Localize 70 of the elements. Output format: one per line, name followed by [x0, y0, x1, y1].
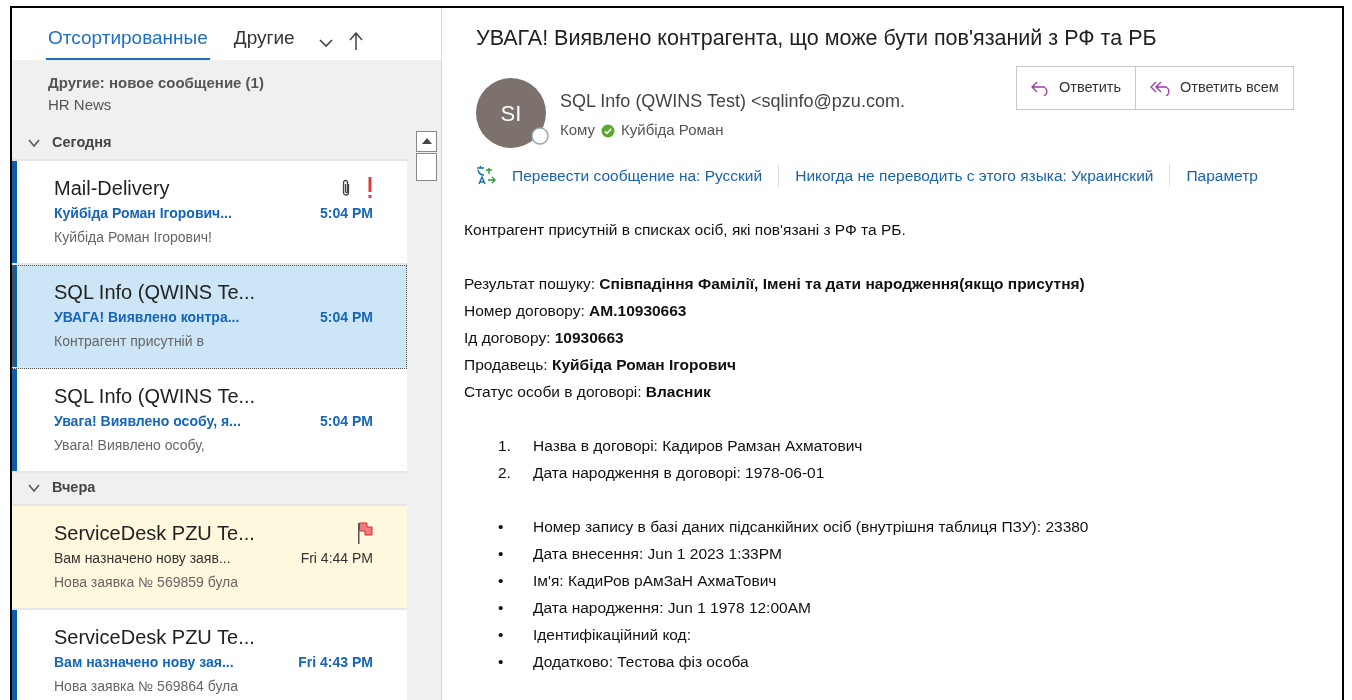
- list-item-text: Назва в договорі: Кадиров Рамзан Ахматович: [533, 436, 863, 457]
- translate-link[interactable]: Никогда не переводить с этого языка: Украинский: [778, 163, 1170, 187]
- list-item-text: Додатково: Тестова фіз особа: [533, 652, 749, 673]
- message-sender: ServiceDesk PZU Te...: [54, 520, 255, 546]
- field-line: Продавець: Куйбіда Роман Ігорович: [464, 355, 737, 376]
- message-subject-title: УВАГА! Виявлено контрагента, що може бути пов'язаний з РФ та РБ: [476, 25, 1158, 52]
- check-icon: [601, 123, 616, 138]
- bullet: •: [497, 517, 505, 538]
- chevron-down-icon[interactable]: [28, 482, 40, 494]
- reply-all-icon: [1150, 80, 1172, 97]
- message-time: Fri 4:44 PM: [300, 548, 373, 568]
- list-item-text: Номер запису в базі даних підсанкійних осіб (внутрішня таблиця ПЗУ): 23380: [533, 517, 1089, 538]
- message-item[interactable]: ServiceDesk PZU Te... Вам назначено нову заяв... Fri 4:44 PM Нова заявка № 569859 була: [12, 505, 407, 610]
- message-preview: Контрагент присутній в: [54, 331, 205, 351]
- message-preview: Нова заявка № 569864 була: [54, 676, 240, 696]
- tab[interactable]: Другие: [231, 23, 297, 60]
- scrollbar[interactable]: [407, 127, 441, 700]
- translate-link[interactable]: Параметр: [1169, 163, 1274, 187]
- message-time: 5:04 PM: [320, 411, 373, 431]
- message-subject: Увага! Виявлено особу, я...: [54, 411, 241, 431]
- bullet: •: [497, 598, 505, 619]
- message-sender: ServiceDesk PZU Te...: [54, 624, 255, 650]
- list-item-text: Дата народження: Jun 1 1978 12:00AM: [533, 598, 811, 619]
- list-item-text: Ідентифікаційний код:: [533, 625, 691, 646]
- message-sender: SQL Info (QWINS Te...: [54, 383, 256, 409]
- notice-sender: HR News: [48, 94, 113, 115]
- list-number: 2.: [497, 463, 512, 484]
- message-subject: УВАГА! Виявлено контра...: [54, 307, 240, 327]
- recipient-name[interactable]: Куйбіда Роман: [621, 119, 724, 142]
- bullet: •: [497, 625, 505, 646]
- chevron-down-icon[interactable]: [28, 137, 40, 149]
- list-item-text: Дата внесення: Jun 1 2023 1:33PM: [533, 544, 782, 565]
- message-time: 5:04 PM: [320, 307, 373, 327]
- notice-title[interactable]: Другие: новое сообщение (1): [48, 72, 441, 94]
- field-line: Ід договору: 10930663: [464, 328, 625, 349]
- chevron-down-icon[interactable]: [318, 39, 333, 48]
- message-sender: SQL Info (QWINS Te...: [54, 279, 256, 305]
- list-item-text: Ім'я: КадиРов рАмЗаН АхмаТович: [533, 571, 777, 592]
- scrollbar-thumb[interactable]: [416, 152, 437, 181]
- field-line: Результат пошуку: Співпадіння Фамілії, Імені та дати народження(якщо присутня): [464, 274, 1086, 295]
- message-preview: Нова заявка № 569859 була: [54, 572, 240, 592]
- group-header[interactable]: Сегодня: [12, 127, 407, 161]
- bullet: •: [497, 544, 505, 565]
- list-item-text: Дата народження в договорі: 1978-06-01: [533, 463, 825, 484]
- bullet: •: [497, 571, 505, 592]
- message-item[interactable]: SQL Info (QWINS Te... УВАГА! Виявлено контра... 5:04 PM Контрагент присутній в: [12, 264, 407, 369]
- message-subject: Куйбіда Роман Ігорович...: [54, 203, 232, 223]
- translate-icon: [476, 165, 496, 186]
- translate-link[interactable]: Перевести сообщение на: Русский: [496, 163, 779, 187]
- presence-icon: [530, 126, 550, 147]
- message-preview: Куйбіда Роман Ігорович!: [54, 227, 213, 247]
- field-line: Статус особи в договорі: Власник: [464, 382, 712, 403]
- message-sender: Mail-Delivery: [54, 175, 170, 201]
- bullet: •: [497, 652, 505, 673]
- group-header[interactable]: Вчера: [12, 472, 407, 506]
- message-subject: Вам назначено нову заяв...: [54, 548, 231, 568]
- list-number: 1.: [497, 436, 512, 457]
- sender-name: SQL Info (QWINS Test) <sqlinfo@pzu.com.: [560, 90, 906, 114]
- message-subject: Вам назначено нову зая...: [54, 652, 234, 672]
- message-time: 5:04 PM: [320, 203, 373, 223]
- up-arrow-icon: [421, 138, 432, 144]
- to-label: Кому: [560, 120, 596, 141]
- message-time: Fri 4:43 PM: [298, 652, 373, 672]
- field-line: Номер договору: АМ.10930663: [464, 301, 688, 322]
- avatar-initials: SI: [500, 99, 522, 128]
- message-preview: Увага! Виявлено особу,: [54, 435, 206, 455]
- sort-arrow-icon[interactable]: [348, 32, 363, 50]
- scroll-up-button[interactable]: [416, 130, 437, 152]
- flag-icon[interactable]: [357, 521, 373, 544]
- intro-paragraph: Контрагент присутній в списках осіб, які пов'язані з РФ та РБ.: [464, 220, 907, 241]
